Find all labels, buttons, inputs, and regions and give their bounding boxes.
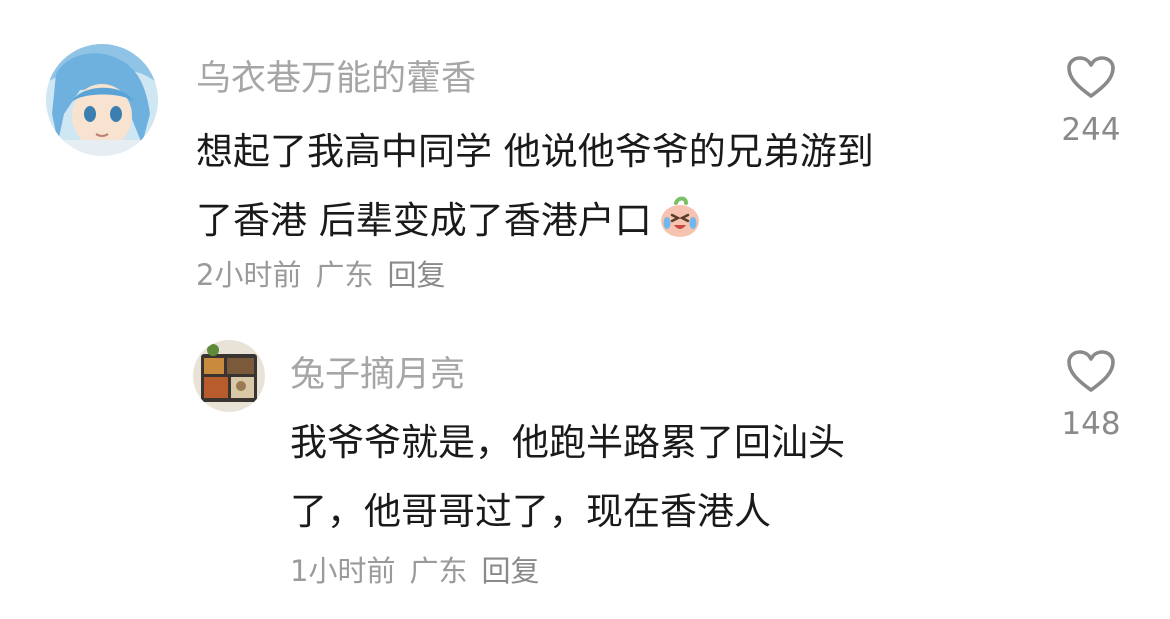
- avatar[interactable]: [46, 44, 158, 156]
- crying-laughing-peach-emoji-icon: [656, 193, 704, 263]
- reply-time: 1小时前: [290, 554, 396, 588]
- heart-icon: [1067, 56, 1115, 98]
- avatar[interactable]: [193, 340, 265, 412]
- reply-text: 我爷爷就是，他跑半路累了回汕头 了，他哥哥过了，现在香港人: [290, 408, 845, 546]
- comment-location: 广东: [315, 258, 374, 292]
- comment-item: 乌衣巷万能的藿香 想起了我高中同学 他说他爷爷的兄弟游到 了香港 后辈变成了香港…: [0, 0, 1170, 320]
- food-tray-avatar-image: [193, 340, 265, 412]
- like-count: 148: [1061, 406, 1121, 442]
- reply-text-line: 我爷爷就是，他跑半路累了回汕头: [290, 421, 845, 464]
- like-button[interactable]: 244: [1051, 54, 1131, 148]
- reply-username[interactable]: 兔子摘月亮: [290, 346, 465, 397]
- like-count: 244: [1061, 112, 1121, 148]
- reply-button[interactable]: 回复: [387, 258, 445, 292]
- anime-blue-hair-avatar-image: [46, 44, 158, 156]
- like-button[interactable]: 148: [1051, 348, 1131, 442]
- comment-time: 2小时前: [196, 258, 302, 292]
- comment-username[interactable]: 乌衣巷万能的藿香: [196, 50, 476, 101]
- comment-text-line-text: 了香港 后辈变成了香港户口: [196, 199, 652, 242]
- comment-meta: 2小时前 广东 回复: [196, 252, 459, 294]
- reply-button[interactable]: 回复: [481, 554, 539, 588]
- comment-text-line: 想起了我高中同学 他说他爷爷的兄弟游到: [196, 130, 874, 173]
- comment-text: 想起了我高中同学 他说他爷爷的兄弟游到 了香港 后辈变成了香港户口: [196, 117, 874, 263]
- reply-item: 兔子摘月亮 我爷爷就是，他跑半路累了回汕头 了，他哥哥过了，现在香港人 1小时前…: [0, 320, 1170, 619]
- reply-text-line: 了，他哥哥过了，现在香港人: [290, 490, 771, 533]
- reply-meta: 1小时前 广东 回复: [290, 548, 553, 590]
- reply-location: 广东: [409, 554, 468, 588]
- heart-icon: [1067, 350, 1115, 392]
